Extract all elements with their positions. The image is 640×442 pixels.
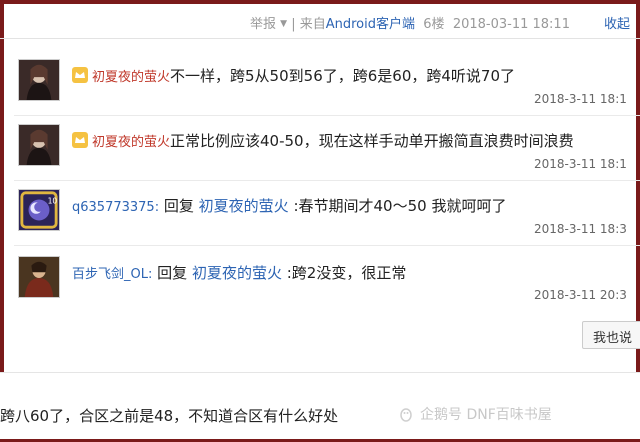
from-prefix: | 来自 (291, 17, 326, 32)
avatar-badge-image: 10 (19, 190, 59, 230)
chevron-down-icon: ▼ (280, 19, 288, 29)
client-link[interactable]: Android客户端 (326, 17, 415, 32)
comment-line: 百步飞剑_OL: 回复 初夏夜的萤火 :跨2没变，很正常 (72, 262, 406, 283)
floor-number: 6楼 (423, 17, 445, 32)
comment-time: 2018-3-11 18:1 (534, 157, 627, 171)
post-datetime: 2018-03-11 18:11 (452, 17, 570, 32)
watermark: 企鹅号 DNF百味书屋 (398, 404, 552, 424)
avatar-image (19, 60, 59, 100)
reply-word: 回复 (157, 264, 188, 282)
username[interactable]: q635773375: (72, 200, 159, 215)
avatar[interactable]: 10 (18, 189, 60, 231)
comment-line: 初夏夜的萤火不一样，跨5从50到56了，跨6是60，跨4听说70了 (72, 65, 515, 86)
comment-time: 2018-3-11 18:1 (534, 92, 627, 106)
reply-button[interactable]: 我也说 (582, 321, 640, 349)
username[interactable]: 初夏夜的萤火 (92, 70, 170, 85)
next-post-text: 跨八60了，合区之前是48，不知道合区有什么好处 (0, 407, 339, 425)
divider (14, 115, 640, 116)
username[interactable]: 初夏夜的萤火 (92, 135, 170, 150)
avatar[interactable] (18, 124, 60, 166)
reply-target-link[interactable]: 初夏夜的萤火 (199, 197, 289, 215)
username[interactable]: 百步飞剑_OL: (72, 267, 152, 282)
divider (14, 180, 640, 181)
avatar-image (19, 257, 59, 297)
post-meta-bar: 举报 ▼ | 来自Android客户端 6楼 2018-03-11 18:11 … (0, 4, 640, 39)
vip-crown-icon (72, 132, 88, 148)
comment-text: 正常比例应该40-50，现在这样手动单开搬简直浪费时间浪费 (170, 132, 574, 150)
reply-word: 回复 (163, 197, 194, 215)
collapse-link[interactable]: 收起 (604, 13, 630, 32)
comment-time: 2018-3-11 20:3 (534, 288, 627, 302)
avatar[interactable] (18, 59, 60, 101)
comment-text: :跨2没变，很正常 (286, 264, 407, 282)
avatar-badge-number: 10 (48, 196, 58, 205)
post-meta: 举报 ▼ | 来自Android客户端 6楼 2018-03-11 18:11 (250, 13, 570, 32)
reply-target-link[interactable]: 初夏夜的萤火 (192, 264, 282, 282)
penguin-logo-icon (400, 408, 412, 422)
vip-crown-icon (72, 67, 88, 83)
comment-line: 初夏夜的萤火正常比例应该40-50，现在这样手动单开搬简直浪费时间浪费 (72, 130, 574, 151)
comment-line: q635773375: 回复 初夏夜的萤火 :春节期间才40～50 我就呵呵了 (72, 195, 506, 216)
comment-time: 2018-3-11 18:3 (534, 222, 627, 236)
watermark-text: 企鹅号 DNF百味书屋 (420, 407, 552, 423)
comment-text: 不一样，跨5从50到56了，跨6是60，跨4听说70了 (170, 67, 515, 85)
comment-text: :春节期间才40～50 我就呵呵了 (293, 197, 507, 215)
avatar[interactable] (18, 256, 60, 298)
report-link[interactable]: 举报 ▼ (250, 17, 287, 32)
divider (14, 245, 640, 246)
avatar-image (19, 125, 59, 165)
